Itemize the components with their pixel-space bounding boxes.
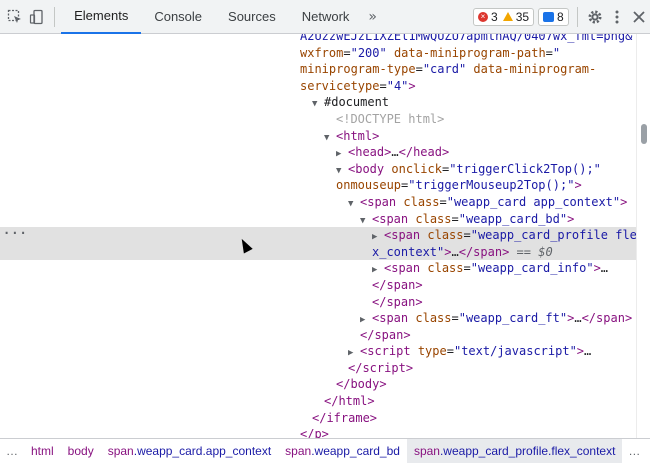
breadcrumb-overflow-left[interactable]: … bbox=[0, 444, 24, 458]
tab-elements[interactable]: Elements bbox=[61, 0, 142, 34]
tree-node-span-profile-selected[interactable]: ··· ▶ <span class="weapp_card_profile fle bbox=[0, 225, 636, 244]
tree-node-doctype[interactable]: <!DOCTYPE html> bbox=[0, 111, 636, 128]
scrollbar-thumb[interactable] bbox=[641, 124, 647, 144]
warning-icon bbox=[502, 12, 513, 21]
breadcrumb-item-active[interactable]: span.weapp_card_profile.flex_context bbox=[406, 438, 623, 463]
toolbar-divider bbox=[54, 6, 56, 27]
tree-line[interactable]: miniprogram-type="card" data-miniprogram… bbox=[0, 61, 636, 78]
devtools-toolbar: Elements Console Sources Network » × 3 3… bbox=[0, 0, 650, 34]
node-actions-ellipsis[interactable]: ··· bbox=[3, 225, 28, 242]
breadcrumb-item[interactable]: body bbox=[61, 444, 101, 458]
tree-close-html[interactable]: </html> bbox=[0, 393, 636, 410]
tree-node-span-card[interactable]: ▼ <span class="weapp_card app_context"> bbox=[0, 194, 636, 211]
tree-node-span-profile-selected-cont[interactable]: x_context">…</span> == $0 bbox=[0, 243, 636, 261]
error-icon: × bbox=[478, 11, 488, 22]
breadcrumb-item[interactable]: span.weapp_card.app_context bbox=[101, 444, 278, 458]
breadcrumb-item[interactable]: html bbox=[24, 444, 61, 458]
tree-node-span-info[interactable]: ▶ <span class="weapp_card_info">… bbox=[0, 260, 636, 277]
tree-close-span[interactable]: </span> bbox=[0, 277, 636, 294]
tree-close-iframe[interactable]: </iframe> bbox=[0, 410, 636, 427]
toolbar-divider bbox=[576, 6, 578, 27]
tree-node-head[interactable]: ▶ <head>…</head> bbox=[0, 144, 636, 161]
tree-node-span-bd[interactable]: ▼ <span class="weapp_card_bd"> bbox=[0, 211, 636, 228]
warning-count: 35 bbox=[515, 9, 530, 24]
gear-icon[interactable] bbox=[584, 4, 606, 30]
close-icon[interactable] bbox=[628, 4, 650, 30]
tree-close-span[interactable]: </span> bbox=[0, 294, 636, 311]
vertical-scrollbar[interactable] bbox=[636, 34, 650, 438]
tree-close-script[interactable]: </script> bbox=[0, 360, 636, 377]
tree-node-document[interactable]: ▼ #document bbox=[0, 94, 636, 111]
breadcrumb: … html body span.weapp_card.app_context … bbox=[0, 438, 650, 463]
tree-close-body[interactable]: </body> bbox=[0, 376, 636, 393]
message-icon bbox=[543, 11, 555, 22]
dom-tree[interactable]: A2UzzwEJzL1XZEl1MwQUZU7apmthAQ/0407wx_fm… bbox=[0, 34, 636, 438]
tree-node-body[interactable]: ▼ <body onclick="triggerClick2Top();" bbox=[0, 161, 636, 178]
tab-sources[interactable]: Sources bbox=[215, 0, 289, 34]
breadcrumb-item[interactable]: span.weapp_card_bd bbox=[278, 444, 407, 458]
tree-line[interactable]: servicetype="4"> bbox=[0, 78, 636, 95]
breadcrumb-overflow-right[interactable]: … bbox=[622, 444, 646, 458]
tab-network[interactable]: Network bbox=[289, 0, 363, 34]
tree-close-p[interactable]: </p> bbox=[0, 426, 636, 438]
more-tabs-chevron-icon[interactable]: » bbox=[362, 9, 383, 25]
issues-counter[interactable]: × 3 35 bbox=[473, 7, 535, 26]
tree-close-span[interactable]: </span> bbox=[0, 327, 636, 344]
tree-line[interactable]: A2UzzwEJzL1XZEl1MwQUZU7apmthAQ/0407wx_fm… bbox=[0, 34, 636, 45]
more-options-icon[interactable] bbox=[606, 4, 628, 30]
message-count: 8 bbox=[557, 9, 564, 24]
tree-node-script[interactable]: ▶ <script type="text/javascript">… bbox=[0, 343, 636, 360]
tree-line[interactable]: onmouseup="triggerMouseup2Top();"> bbox=[0, 177, 636, 194]
messages-counter[interactable]: 8 bbox=[538, 7, 569, 26]
device-toolbar-icon[interactable] bbox=[26, 4, 48, 30]
tree-node-span-ft[interactable]: ▶ <span class="weapp_card_ft">…</span> bbox=[0, 310, 636, 327]
tree-line[interactable]: wxfrom="200" data-miniprogram-path=" bbox=[0, 45, 636, 62]
tree-node-html[interactable]: ▼ <html> bbox=[0, 128, 636, 145]
inspect-element-icon[interactable] bbox=[4, 4, 26, 30]
error-count: 3 bbox=[491, 9, 498, 24]
tab-console[interactable]: Console bbox=[141, 0, 215, 34]
